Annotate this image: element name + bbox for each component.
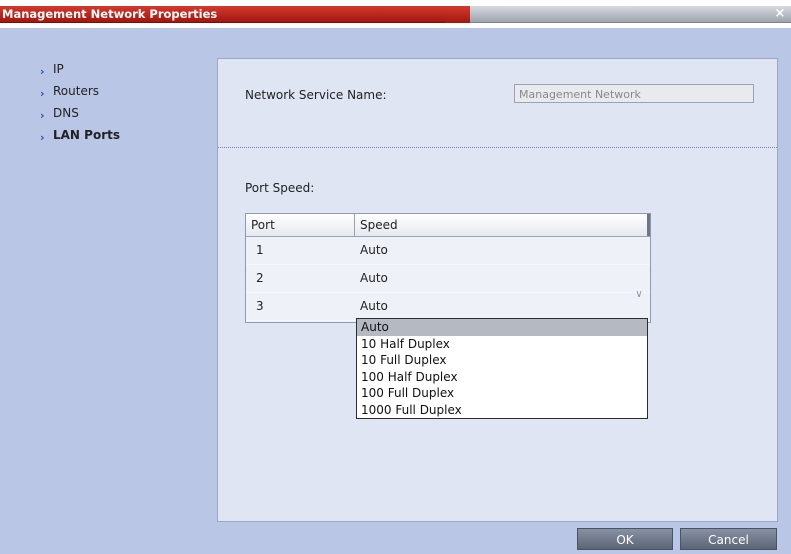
- service-name-label: Network Service Name:: [245, 88, 387, 102]
- column-header-speed[interactable]: Speed: [355, 214, 650, 236]
- sidebar-item-dns[interactable]: › DNS: [40, 102, 200, 124]
- dropdown-option[interactable]: 100 Full Duplex: [357, 385, 647, 402]
- dropdown-option[interactable]: 10 Full Duplex: [357, 352, 647, 369]
- speed-dropdown-list: Auto 10 Half Duplex 10 Full Duplex 100 H…: [356, 318, 648, 419]
- table-row[interactable]: 1 Auto: [246, 237, 650, 265]
- sidebar-item-label: IP: [53, 62, 64, 76]
- section-divider: [218, 147, 777, 148]
- sidebar-item-label: LAN Ports: [53, 128, 120, 142]
- dropdown-option[interactable]: 10 Half Duplex: [357, 336, 647, 353]
- table-row[interactable]: 2 Auto: [246, 265, 650, 293]
- sidebar-item-routers[interactable]: › Routers: [40, 80, 200, 102]
- chevron-right-icon: ›: [40, 130, 45, 144]
- sidebar-item-ip[interactable]: › IP: [40, 58, 200, 80]
- dropdown-option[interactable]: 1000 Full Duplex: [357, 402, 647, 419]
- sidebar-item-label: DNS: [53, 106, 79, 120]
- port-cell: 1: [256, 243, 264, 257]
- dropdown-option[interactable]: Auto: [357, 319, 647, 336]
- port-speed-table: Port Speed 1 Auto 2 Auto 3 Auto ∨: [245, 213, 651, 323]
- port-cell: 2: [256, 271, 264, 285]
- table-row[interactable]: 3 Auto: [246, 293, 650, 321]
- speed-combo[interactable]: Auto: [353, 293, 650, 320]
- sidebar-item-label: Routers: [53, 84, 100, 98]
- speed-cell[interactable]: Auto: [353, 265, 650, 292]
- table-body: 1 Auto 2 Auto 3 Auto: [246, 237, 650, 321]
- chevron-right-icon: ›: [40, 64, 45, 78]
- close-icon[interactable]: ×: [773, 6, 787, 22]
- port-speed-label: Port Speed:: [245, 181, 315, 195]
- dialog-window: Management Network Properties × › IP › R…: [0, 0, 791, 554]
- speed-cell[interactable]: Auto: [353, 237, 650, 264]
- column-header-port[interactable]: Port: [246, 214, 355, 236]
- chevron-right-icon: ›: [40, 86, 45, 100]
- port-cell: 3: [256, 299, 264, 313]
- content-panel: Network Service Name: Management Network…: [217, 58, 778, 522]
- window-title: Management Network Properties: [2, 7, 218, 21]
- chevron-down-icon[interactable]: ∨: [632, 287, 646, 303]
- sidebar-nav: › IP › Routers › DNS › LAN Ports: [40, 58, 200, 146]
- title-bar-grey: [470, 6, 791, 23]
- dropdown-option[interactable]: 100 Half Duplex: [357, 369, 647, 386]
- cancel-button[interactable]: Cancel: [680, 528, 777, 550]
- chevron-right-icon: ›: [40, 108, 45, 122]
- ok-button[interactable]: OK: [577, 528, 673, 550]
- sidebar-item-lan-ports[interactable]: › LAN Ports: [40, 124, 200, 146]
- title-bar: Management Network Properties ×: [0, 0, 791, 28]
- service-name-field[interactable]: Management Network: [514, 84, 754, 103]
- table-header: Port Speed: [246, 214, 650, 237]
